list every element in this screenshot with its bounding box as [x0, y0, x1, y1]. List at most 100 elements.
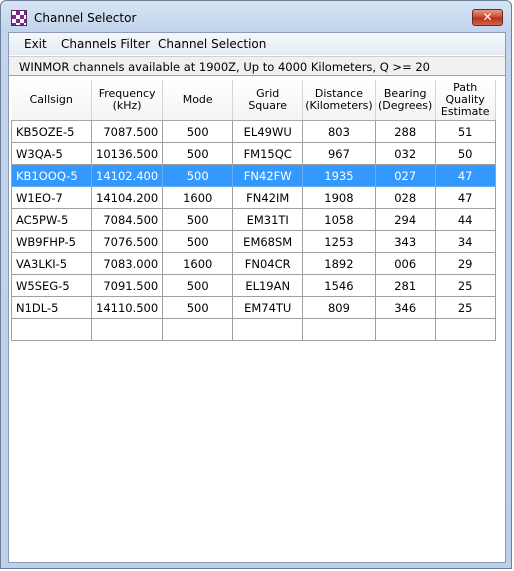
bearing-cell[interactable]: 288 [375, 120, 436, 143]
quality-cell[interactable]: 44 [435, 208, 496, 231]
bearing-cell[interactable]: 281 [375, 274, 436, 297]
mode-cell[interactable]: 500 [162, 230, 234, 253]
quality-cell[interactable]: 25 [435, 274, 496, 297]
callsign-cell[interactable]: W3QA-5 [11, 142, 92, 165]
table-row[interactable]: KB5OZE-5 7087.500 500 EL49WU 803 288 51 [11, 120, 496, 143]
frequency-cell[interactable]: 7091.500 [91, 274, 164, 297]
header-frequency[interactable]: Frequency (kHz) [91, 80, 164, 121]
frequency-cell[interactable]: 7084.500 [91, 208, 164, 231]
distance-cell[interactable]: 1935 [302, 164, 376, 187]
grid-square-cell[interactable]: EM74TU [232, 296, 304, 319]
distance-cell[interactable]: 1253 [302, 230, 376, 253]
frequency-cell[interactable] [91, 318, 164, 341]
window-title: Channel Selector [34, 11, 137, 25]
quality-cell[interactable]: 25 [435, 296, 496, 319]
callsign-cell[interactable] [11, 318, 92, 341]
menu-channel-selection[interactable]: Channel Selection [158, 37, 266, 51]
callsign-cell[interactable]: VA3LKI-5 [11, 252, 92, 275]
quality-cell[interactable]: 47 [435, 164, 496, 187]
table-row[interactable]: WB9FHP-5 7076.500 500 EM68SM 1253 343 34 [11, 230, 496, 253]
distance-cell[interactable]: 809 [302, 296, 376, 319]
title-bar[interactable]: Channel Selector ✕ [1, 1, 511, 33]
grid-square-cell[interactable] [232, 318, 304, 341]
quality-cell[interactable]: 51 [435, 120, 496, 143]
table-row[interactable]: KB1OOQ-5 14102.400 500 FN42FW 1935 027 47 [11, 164, 496, 187]
quality-cell[interactable]: 29 [435, 252, 496, 275]
table-row[interactable]: VA3LKI-5 7083.000 1600 FN04CR 1892 006 29 [11, 252, 496, 275]
grid-square-cell[interactable]: FN42IM [232, 186, 304, 209]
frequency-cell[interactable]: 7076.500 [91, 230, 164, 253]
header-mode[interactable]: Mode [162, 80, 234, 121]
bearing-cell[interactable]: 027 [375, 164, 436, 187]
callsign-cell[interactable]: W1EO-7 [11, 186, 92, 209]
mode-cell[interactable]: 500 [162, 296, 234, 319]
header-callsign-label: Callsign [29, 93, 73, 106]
header-frequency-label: (kHz) [112, 99, 142, 112]
mode-cell[interactable]: 1600 [162, 252, 234, 275]
distance-cell[interactable]: 1908 [302, 186, 376, 209]
grid-square-cell[interactable]: EL49WU [232, 120, 304, 143]
mode-cell[interactable]: 500 [162, 208, 234, 231]
table-row[interactable]: N1DL-5 14110.500 500 EM74TU 809 346 25 [11, 296, 496, 319]
distance-cell[interactable] [302, 318, 376, 341]
bearing-cell[interactable]: 006 [375, 252, 436, 275]
table-row[interactable]: W3QA-5 10136.500 500 FM15QC 967 032 50 [11, 142, 496, 165]
header-distance[interactable]: Distance (Kilometers) [302, 80, 376, 121]
header-path-quality[interactable]: Path Quality Estimate [435, 80, 496, 121]
table-row[interactable]: W1EO-7 14104.200 1600 FN42IM 1908 028 47 [11, 186, 496, 209]
callsign-cell[interactable]: N1DL-5 [11, 296, 92, 319]
table-row[interactable] [11, 318, 496, 341]
menu-exit[interactable]: Exit [24, 37, 47, 51]
header-grid-square[interactable]: Grid Square [232, 80, 304, 121]
bearing-cell[interactable]: 028 [375, 186, 436, 209]
grid-square-cell[interactable]: EM31TI [232, 208, 304, 231]
grid-square-cell[interactable]: FN04CR [232, 252, 304, 275]
grid-square-cell[interactable]: FN42FW [232, 164, 304, 187]
frequency-cell[interactable]: 14102.400 [91, 164, 164, 187]
quality-cell[interactable]: 50 [435, 142, 496, 165]
mode-cell[interactable]: 500 [162, 274, 234, 297]
grid-square-cell[interactable]: FM15QC [232, 142, 304, 165]
header-callsign[interactable]: Callsign [11, 80, 92, 121]
channel-grid[interactable]: Callsign Frequency (kHz) Mode Grid Square Dist… [11, 80, 503, 560]
callsign-cell[interactable]: KB5OZE-5 [11, 120, 92, 143]
bearing-cell[interactable] [375, 318, 436, 341]
quality-cell[interactable] [435, 318, 496, 341]
mode-cell[interactable] [162, 318, 234, 341]
bearing-cell[interactable]: 294 [375, 208, 436, 231]
quality-cell[interactable]: 34 [435, 230, 496, 253]
distance-cell[interactable]: 1058 [302, 208, 376, 231]
callsign-cell[interactable]: WB9FHP-5 [11, 230, 92, 253]
mode-cell[interactable]: 500 [162, 142, 234, 165]
channel-summary-bar: WINMOR channels available at 1900Z, Up t… [9, 56, 505, 76]
distance-cell[interactable]: 967 [302, 142, 376, 165]
mode-cell[interactable]: 500 [162, 164, 234, 187]
grid-square-cell[interactable]: EM68SM [232, 230, 304, 253]
channel-table: Callsign Frequency (kHz) Mode Grid Square Dist… [11, 80, 496, 341]
distance-cell[interactable]: 803 [302, 120, 376, 143]
frequency-cell[interactable]: 10136.500 [91, 142, 164, 165]
mode-cell[interactable]: 500 [162, 120, 234, 143]
header-mode-label: Mode [182, 93, 213, 106]
menu-bar: Exit Channels Filter Channel Selection [9, 33, 505, 55]
frequency-cell[interactable]: 14104.200 [91, 186, 164, 209]
bearing-cell[interactable]: 343 [375, 230, 436, 253]
callsign-cell[interactable]: AC5PW-5 [11, 208, 92, 231]
frequency-cell[interactable]: 7083.000 [91, 252, 164, 275]
callsign-cell[interactable]: KB1OOQ-5 [11, 164, 92, 187]
bearing-cell[interactable]: 032 [375, 142, 436, 165]
distance-cell[interactable]: 1546 [302, 274, 376, 297]
quality-cell[interactable]: 47 [435, 186, 496, 209]
table-row[interactable]: AC5PW-5 7084.500 500 EM31TI 1058 294 44 [11, 208, 496, 231]
mode-cell[interactable]: 1600 [162, 186, 234, 209]
frequency-cell[interactable]: 7087.500 [91, 120, 164, 143]
table-row[interactable]: W5SEG-5 7091.500 500 EL19AN 1546 281 25 [11, 274, 496, 297]
close-button[interactable]: ✕ [472, 9, 503, 26]
header-bearing[interactable]: Bearing (Degrees) [375, 80, 436, 121]
frequency-cell[interactable]: 14110.500 [91, 296, 164, 319]
bearing-cell[interactable]: 346 [375, 296, 436, 319]
callsign-cell[interactable]: W5SEG-5 [11, 274, 92, 297]
grid-square-cell[interactable]: EL19AN [232, 274, 304, 297]
distance-cell[interactable]: 1892 [302, 252, 376, 275]
menu-channels-filter[interactable]: Channels Filter [61, 37, 150, 51]
